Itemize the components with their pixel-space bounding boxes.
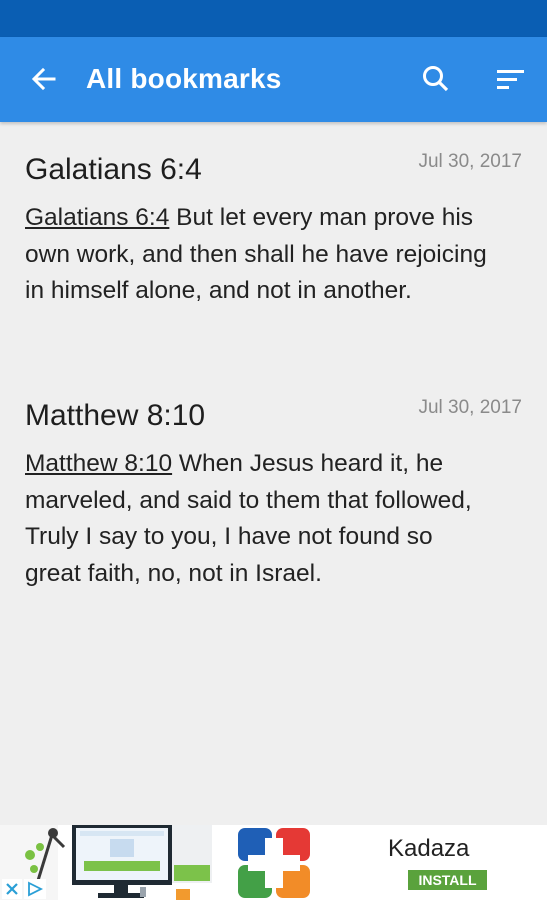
bookmark-item[interactable]: Galatians 6:4 Jul 30, 2017 Galatians 6:4… (0, 122, 547, 368)
ad-banner[interactable]: Kadaza INSTALL (0, 825, 547, 900)
bookmark-date: Jul 30, 2017 (418, 397, 522, 418)
bookmark-date: Jul 30, 2017 (418, 151, 522, 172)
back-arrow-icon[interactable] (26, 61, 62, 97)
bookmark-title: Galatians 6:4 (25, 153, 202, 186)
sort-icon[interactable] (492, 61, 528, 97)
bookmark-text: Galatians 6:4 But let every man prove hi… (25, 200, 495, 310)
bookmark-title: Matthew 8:10 (25, 399, 206, 432)
kadaza-logo (238, 828, 310, 898)
app-bar: All bookmarks (0, 37, 547, 122)
ad-app-name: Kadaza (388, 835, 470, 862)
verse-reference-link[interactable]: Galatians 6:4 (25, 204, 169, 231)
verse-reference-link[interactable]: Matthew 8:10 (25, 450, 172, 477)
close-icon[interactable] (2, 879, 22, 899)
status-bar (0, 0, 547, 37)
install-button[interactable]: INSTALL (408, 870, 487, 890)
bookmark-item[interactable]: Matthew 8:10 Jul 30, 2017 Matthew 8:10 W… (0, 368, 547, 618)
search-icon[interactable] (418, 61, 454, 97)
page-title: All bookmarks (86, 63, 282, 94)
bookmark-text: Matthew 8:10 When Jesus heard it, he mar… (25, 446, 495, 592)
ad-choices-icon[interactable] (24, 879, 46, 899)
bookmark-list: Galatians 6:4 Jul 30, 2017 Galatians 6:4… (0, 122, 547, 618)
